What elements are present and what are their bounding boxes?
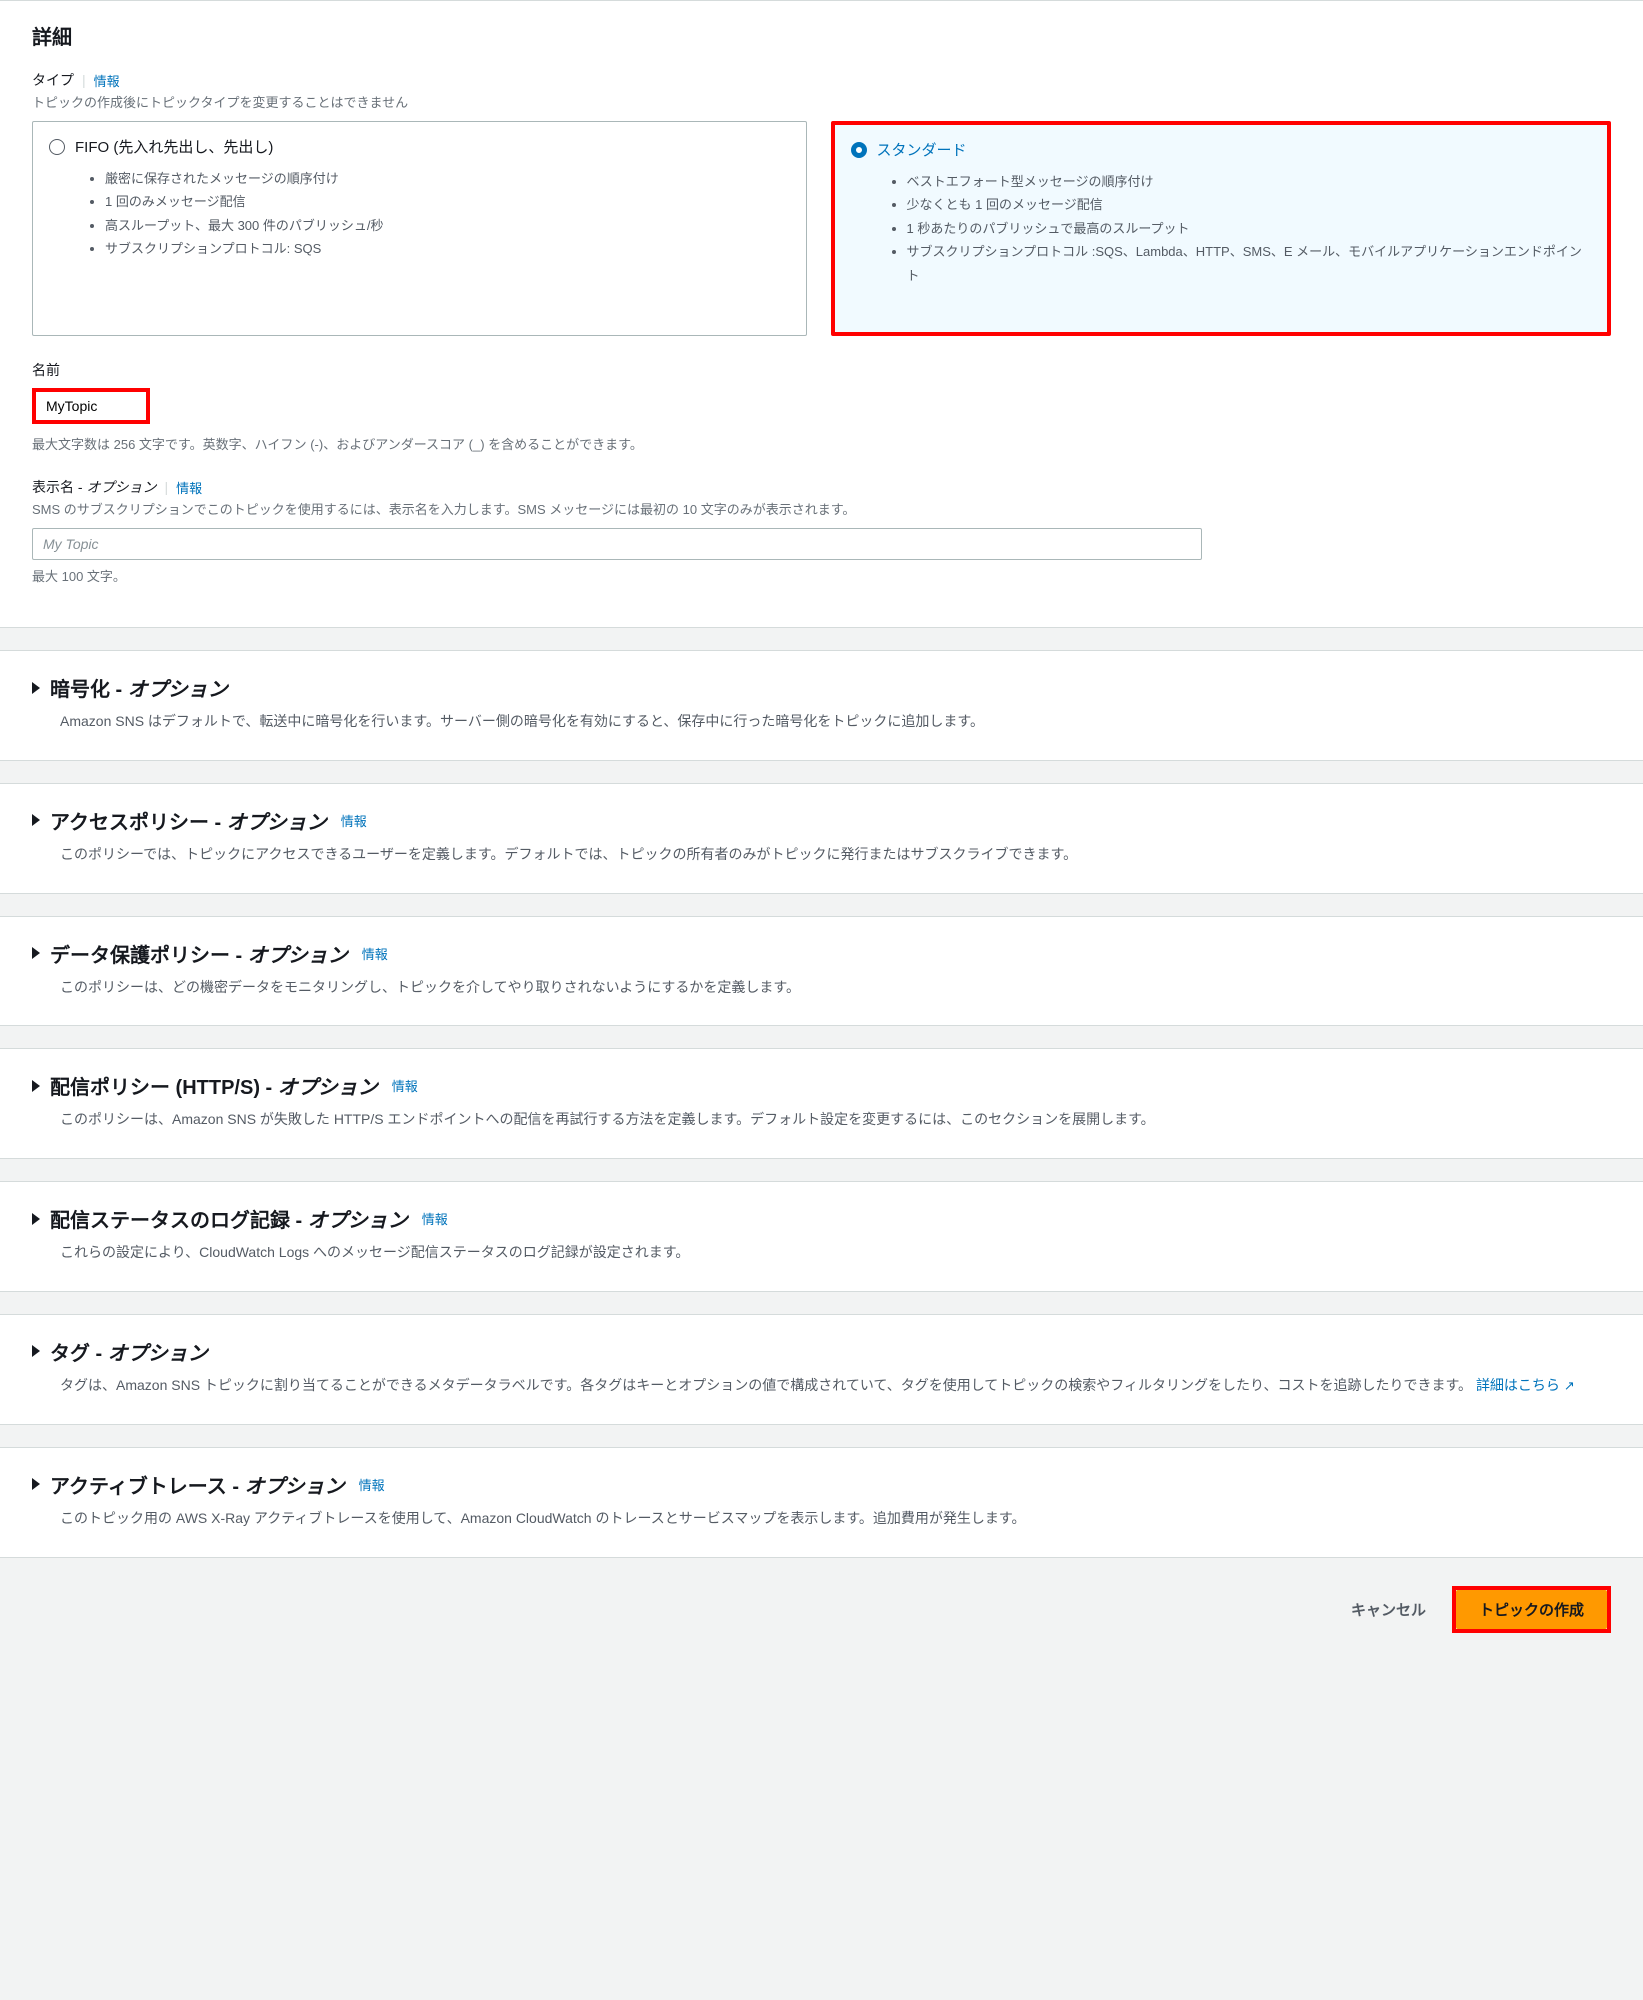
label-divider: | xyxy=(82,72,86,88)
standard-bullet: サブスクリプションプロトコル :SQS、Lambda、HTTP、SMS、E メー… xyxy=(907,240,1592,287)
standard-bullet: 少なくとも 1 回のメッセージ配信 xyxy=(907,193,1592,216)
fifo-bullet: サブスクリプションプロトコル: SQS xyxy=(105,237,790,260)
section-delivery-status: 配信ステータスのログ記録 - オプション 情報 これらの設定により、CloudW… xyxy=(0,1181,1643,1292)
display-name-label: 表示名 - オプション xyxy=(32,477,156,497)
section-access-policy-desc: このポリシーでは、トピックにアクセスできるユーザーを定義します。デフォルトでは、… xyxy=(32,843,1611,867)
type-label-row: タイプ | 情報 xyxy=(32,70,1611,90)
standard-bullet: 1 秒あたりのパブリッシュで最高のスループット xyxy=(907,217,1592,240)
external-link-icon: ↗ xyxy=(1564,1378,1575,1393)
details-heading: 詳細 xyxy=(32,21,1611,50)
section-data-protection-desc: このポリシーは、どの機密データをモニタリングし、トピックを介してやり取りされない… xyxy=(32,976,1611,1000)
type-option-fifo[interactable]: FIFO (先入れ先出し、先出し) 厳密に保存されたメッセージの順序付け 1 回… xyxy=(32,121,807,336)
name-input[interactable] xyxy=(36,392,146,420)
section-tags: タグ - オプション タグは、Amazon SNS トピックに割り当てることがで… xyxy=(0,1314,1643,1425)
type-field: タイプ | 情報 トピックの作成後にトピックタイプを変更することはできません F… xyxy=(32,70,1611,336)
create-button-highlight-box: トピックの作成 xyxy=(1452,1586,1611,1633)
section-encryption: 暗号化 - オプション Amazon SNS はデフォルトで、転送中に暗号化を行… xyxy=(0,650,1643,761)
display-name-desc: SMS のサブスクリプションでこのトピックを使用するには、表示名を入力します。S… xyxy=(32,499,1611,518)
footer-actions: キャンセル トピックの作成 xyxy=(0,1558,1643,1663)
caret-right-icon xyxy=(32,1345,40,1357)
caret-right-icon xyxy=(32,947,40,959)
standard-bullet: ベストエフォート型メッセージの順序付け xyxy=(907,170,1592,193)
name-label: 名前 xyxy=(32,360,60,380)
caret-right-icon xyxy=(32,682,40,694)
display-name-field: 表示名 - オプション | 情報 SMS のサブスクリプションでこのトピックを使… xyxy=(32,477,1611,585)
section-encryption-header[interactable]: 暗号化 - オプション xyxy=(32,673,1611,702)
section-active-trace: アクティブトレース - オプション 情報 このトピック用の AWS X-Ray … xyxy=(0,1447,1643,1558)
display-name-hint: 最大 100 文字。 xyxy=(32,566,1611,585)
section-encryption-title: 暗号化 - オプション xyxy=(50,673,228,702)
section-delivery-policy: 配信ポリシー (HTTP/S) - オプション 情報 このポリシーは、Amazo… xyxy=(0,1048,1643,1159)
fifo-bullet: 高スループット、最大 300 件のパブリッシュ/秒 xyxy=(105,214,790,237)
caret-right-icon xyxy=(32,814,40,826)
caret-right-icon xyxy=(32,1478,40,1490)
name-hint: 最大文字数は 256 文字です。英数字、ハイフン (-)、およびアンダースコア … xyxy=(32,434,1611,453)
standard-label: スタンダード xyxy=(877,139,967,160)
standard-bullet-list: ベストエフォート型メッセージの順序付け 少なくとも 1 回のメッセージ配信 1 … xyxy=(851,170,1592,287)
type-option-standard[interactable]: スタンダード ベストエフォート型メッセージの順序付け 少なくとも 1 回のメッセ… xyxy=(831,121,1612,336)
section-access-policy-info-link[interactable]: 情報 xyxy=(341,811,367,830)
section-encryption-desc: Amazon SNS はデフォルトで、転送中に暗号化を行います。サーバー側の暗号… xyxy=(32,710,1611,734)
section-active-trace-desc: このトピック用の AWS X-Ray アクティブトレースを使用して、Amazon… xyxy=(32,1507,1611,1531)
section-delivery-policy-info-link[interactable]: 情報 xyxy=(392,1076,418,1095)
section-delivery-status-header[interactable]: 配信ステータスのログ記録 - オプション 情報 xyxy=(32,1204,1611,1233)
section-access-policy-title: アクセスポリシー - オプション xyxy=(50,806,327,835)
type-info-link[interactable]: 情報 xyxy=(94,71,120,90)
fifo-bullet: 厳密に保存されたメッセージの順序付け xyxy=(105,167,790,190)
display-name-input[interactable] xyxy=(32,528,1202,560)
details-panel: 詳細 タイプ | 情報 トピックの作成後にトピックタイプを変更することはできませ… xyxy=(0,0,1643,628)
caret-right-icon xyxy=(32,1080,40,1092)
fifo-bullet-list: 厳密に保存されたメッセージの順序付け 1 回のみメッセージ配信 高スループット、… xyxy=(49,167,790,261)
section-data-protection: データ保護ポリシー - オプション 情報 このポリシーは、どの機密データをモニタ… xyxy=(0,916,1643,1027)
label-divider: | xyxy=(164,479,168,495)
section-delivery-status-title: 配信ステータスのログ記録 - オプション xyxy=(50,1204,408,1233)
radio-icon xyxy=(49,139,65,155)
section-data-protection-info-link[interactable]: 情報 xyxy=(362,944,388,963)
name-input-highlight-box xyxy=(32,388,150,424)
fifo-label: FIFO (先入れ先出し、先出し) xyxy=(75,136,273,157)
section-active-trace-info-link[interactable]: 情報 xyxy=(359,1475,385,1494)
name-input-full-border xyxy=(32,388,1202,420)
caret-right-icon xyxy=(32,1213,40,1225)
type-radio-group: FIFO (先入れ先出し、先出し) 厳密に保存されたメッセージの順序付け 1 回… xyxy=(32,121,1611,336)
tags-learn-more-link[interactable]: 詳細はこちら ↗ xyxy=(1476,1377,1575,1393)
section-delivery-status-desc: これらの設定により、CloudWatch Logs へのメッセージ配信ステータス… xyxy=(32,1241,1611,1265)
section-tags-desc: タグは、Amazon SNS トピックに割り当てることができるメタデータラベルで… xyxy=(32,1374,1611,1398)
section-active-trace-title: アクティブトレース - オプション xyxy=(50,1470,345,1499)
section-delivery-status-info-link[interactable]: 情報 xyxy=(422,1209,448,1228)
cancel-button[interactable]: キャンセル xyxy=(1343,1589,1434,1630)
section-data-protection-title: データ保護ポリシー - オプション xyxy=(50,939,348,968)
section-active-trace-header[interactable]: アクティブトレース - オプション 情報 xyxy=(32,1470,1611,1499)
section-tags-header[interactable]: タグ - オプション xyxy=(32,1337,1611,1366)
type-desc: トピックの作成後にトピックタイプを変更することはできません xyxy=(32,92,1611,111)
section-access-policy-header[interactable]: アクセスポリシー - オプション 情報 xyxy=(32,806,1611,835)
create-topic-button[interactable]: トピックの作成 xyxy=(1456,1590,1607,1629)
display-name-info-link[interactable]: 情報 xyxy=(176,478,202,497)
radio-icon xyxy=(851,142,867,158)
section-delivery-policy-desc: このポリシーは、Amazon SNS が失敗した HTTP/S エンドポイントへ… xyxy=(32,1108,1611,1132)
fifo-bullet: 1 回のみメッセージ配信 xyxy=(105,190,790,213)
section-tags-title: タグ - オプション xyxy=(50,1337,208,1366)
type-label: タイプ xyxy=(32,70,74,90)
section-access-policy: アクセスポリシー - オプション 情報 このポリシーでは、トピックにアクセスでき… xyxy=(0,783,1643,894)
section-delivery-policy-header[interactable]: 配信ポリシー (HTTP/S) - オプション 情報 xyxy=(32,1071,1611,1100)
section-data-protection-header[interactable]: データ保護ポリシー - オプション 情報 xyxy=(32,939,1611,968)
name-field: 名前 最大文字数は 256 文字です。英数字、ハイフン (-)、およびアンダース… xyxy=(32,360,1611,453)
section-delivery-policy-title: 配信ポリシー (HTTP/S) - オプション xyxy=(50,1071,378,1100)
